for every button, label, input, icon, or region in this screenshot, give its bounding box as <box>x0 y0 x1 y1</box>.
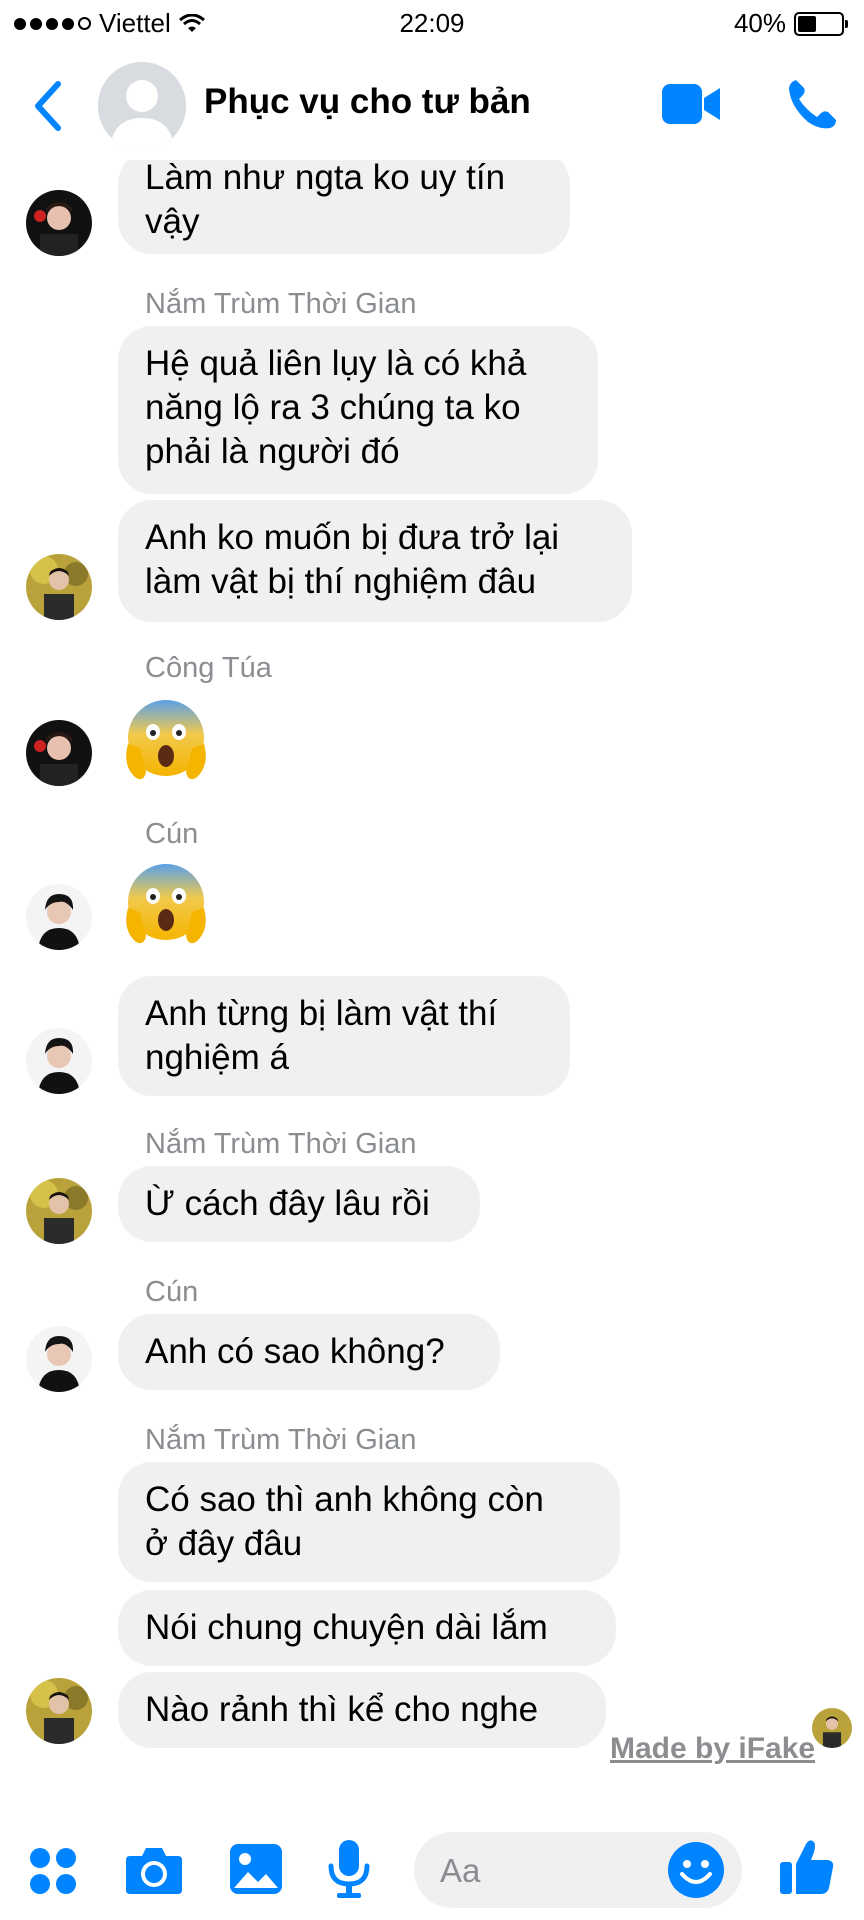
gallery-button[interactable] <box>228 1842 284 1901</box>
video-camera-icon <box>662 84 720 124</box>
message-input[interactable] <box>438 1850 642 1892</box>
default-avatar-icon <box>98 62 186 150</box>
microphone-icon <box>328 1840 370 1898</box>
sender-name: Nắm Trùm Thời Gian <box>145 288 417 320</box>
avatar[interactable] <box>26 1028 92 1094</box>
avatar[interactable] <box>26 1178 92 1244</box>
chat-title[interactable]: Phục vụ cho tư bản <box>204 82 531 122</box>
thumbs-up-icon <box>780 1840 834 1894</box>
voice-message-button[interactable] <box>326 1838 372 1905</box>
message-bubble[interactable]: Làm như ngta ko uy tín vậy <box>118 150 570 254</box>
message-bubble[interactable]: Có sao thì anh không còn ở đây đâu <box>118 1462 620 1582</box>
composer-toolbar <box>0 1820 864 1920</box>
video-call-button[interactable] <box>660 80 724 128</box>
message-bubble[interactable]: Anh ko muốn bị đưa trở lại làm vật bị th… <box>118 500 632 622</box>
avatar[interactable] <box>26 554 92 620</box>
image-icon <box>230 1844 282 1894</box>
message-bubble[interactable]: Ừ cách đây lâu rồi <box>118 1166 480 1242</box>
back-button[interactable] <box>28 78 68 134</box>
chevron-left-icon <box>35 81 61 131</box>
read-receipt-avatar <box>812 1708 852 1748</box>
watermark: Made by iFake <box>610 1732 816 1765</box>
sender-name: Nắm Trùm Thời Gian <box>145 1424 417 1456</box>
message-bubble[interactable]: Hệ quả liên lụy là có khả năng lộ ra 3 c… <box>118 326 598 494</box>
four-dots-icon <box>30 1848 76 1894</box>
screaming-face-emoji[interactable] <box>120 694 212 786</box>
status-bar: Viettel 22:09 40% <box>0 0 864 46</box>
smiley-icon <box>668 1842 724 1898</box>
avatar[interactable] <box>26 884 92 950</box>
camera-button[interactable] <box>124 1844 184 1901</box>
like-button[interactable] <box>778 1836 836 1903</box>
message-bubble[interactable]: Nói chung chuyện dài lắm <box>118 1590 616 1666</box>
avatar[interactable] <box>26 190 92 256</box>
screaming-face-emoji[interactable] <box>120 858 212 950</box>
emoji-button[interactable] <box>666 1840 726 1900</box>
battery-icon <box>794 11 848 36</box>
sender-name: Cún <box>145 818 199 850</box>
group-avatar[interactable] <box>98 62 186 150</box>
sender-name: Cún <box>145 1276 199 1308</box>
chat-header: Phục vụ cho tư bản <box>0 50 864 160</box>
sender-name: Công Túa <box>145 652 272 684</box>
camera-icon <box>126 1848 182 1894</box>
message-bubble[interactable]: Anh từng bị làm vật thí nghiệm á <box>118 976 570 1096</box>
message-bubble[interactable]: Anh có sao không? <box>118 1314 500 1390</box>
message-composer[interactable] <box>414 1832 742 1908</box>
phone-icon <box>789 80 836 129</box>
more-actions-button[interactable] <box>28 1846 78 1901</box>
voice-call-button[interactable] <box>784 76 840 132</box>
avatar[interactable] <box>26 1326 92 1392</box>
avatar[interactable] <box>26 720 92 786</box>
sender-name: Nắm Trùm Thời Gian <box>145 1128 417 1160</box>
message-bubble[interactable]: Nào rảnh thì kể cho nghe <box>118 1672 606 1748</box>
battery-percent: 40% <box>733 8 786 38</box>
avatar[interactable] <box>26 1678 92 1744</box>
